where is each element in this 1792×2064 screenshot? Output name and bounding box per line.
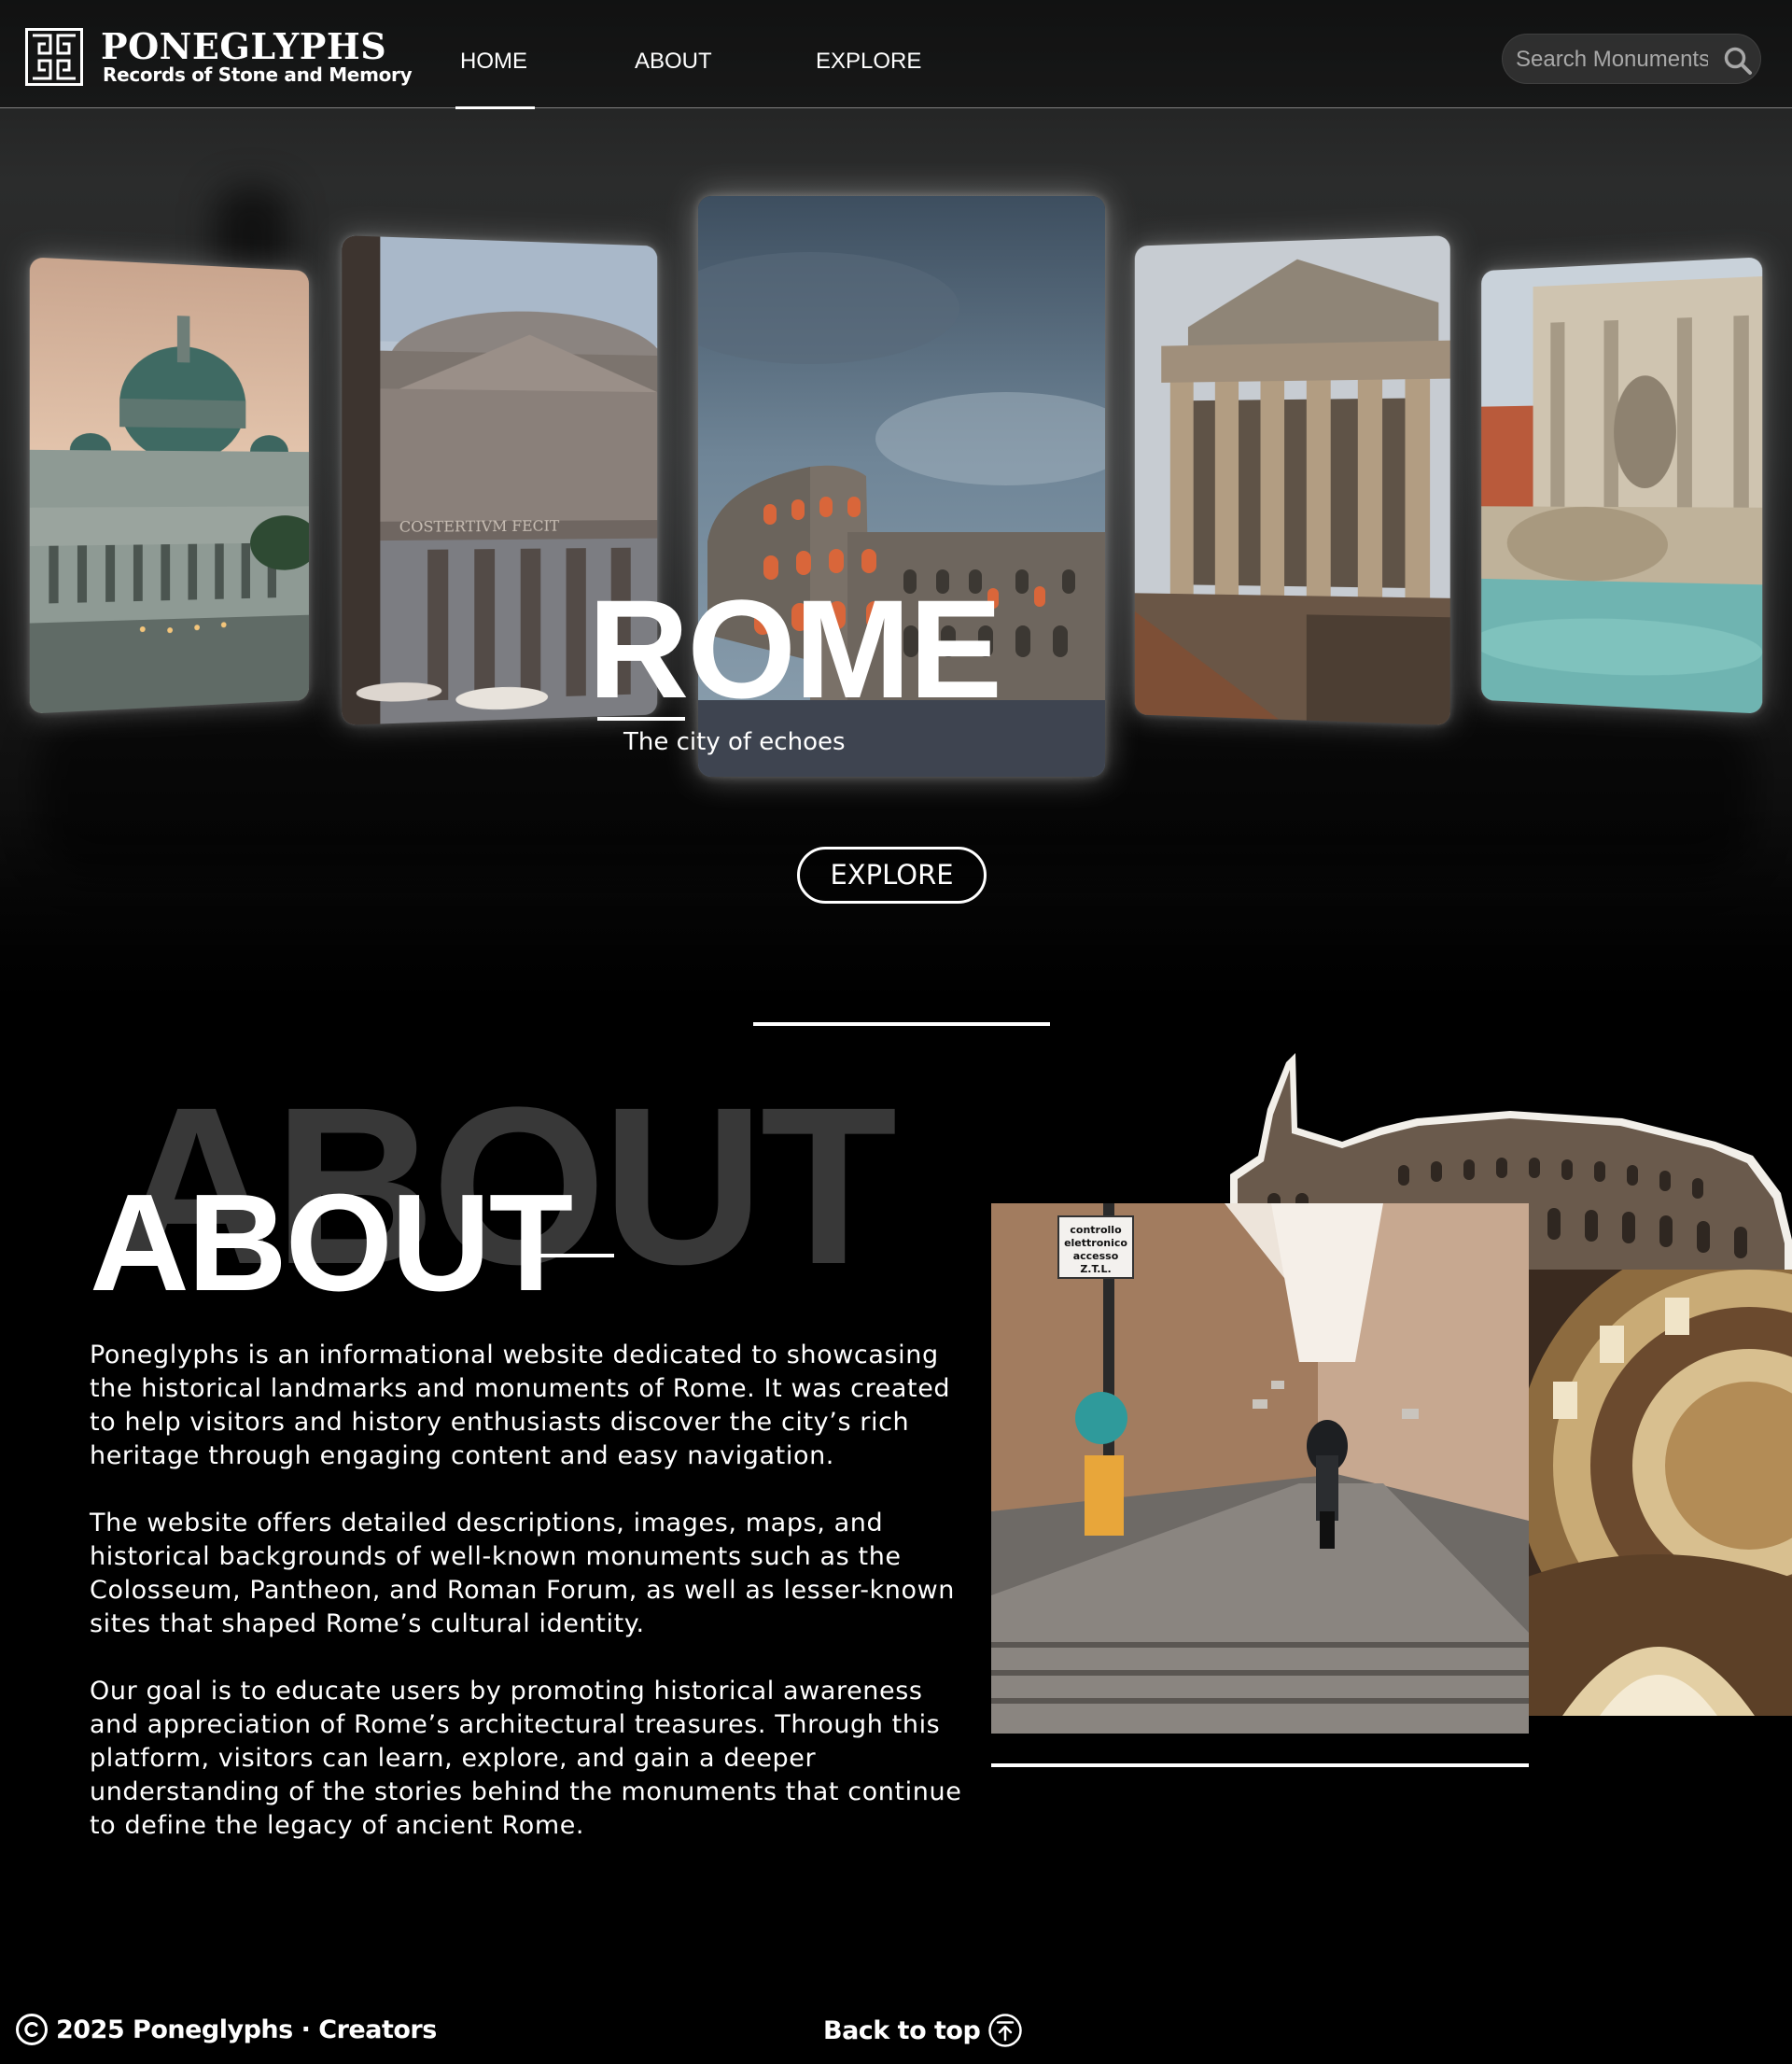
- st-peters-image: [29, 257, 309, 714]
- back-to-top-label: Back to top: [823, 2015, 981, 2045]
- footer-copyright: 2025 Poneglyphs · Creators: [15, 2013, 437, 2046]
- nav-explore[interactable]: EXPLORE: [816, 49, 921, 75]
- about-paragraph-3: Our goal is to educate users by promotin…: [90, 1677, 962, 1840]
- copyright-text: 2025 Poneglyphs · Creators: [56, 2015, 437, 2044]
- about-street-photo: controllo elettronico accesso Z.T.L.: [991, 1203, 1529, 1734]
- about-paragraph-1: Poneglyphs is an informational website d…: [90, 1341, 951, 1470]
- hero-title-underline: [597, 717, 685, 721]
- trevi-fountain-image: [1481, 257, 1763, 714]
- street-sign-line-3: accesso: [1073, 1250, 1119, 1262]
- photo-underline: [991, 1763, 1529, 1767]
- hero-bottom-fade: [0, 803, 1792, 1008]
- nav-active-indicator: [455, 106, 535, 109]
- copyright-icon: [16, 2014, 48, 2045]
- about-dome-photo: [1525, 1270, 1792, 1716]
- pantheon-inscription: COSTERTIVM FECIT: [399, 517, 560, 536]
- site-header: PONEGLYPHS Records of Stone and Memory H…: [0, 0, 1792, 109]
- arrow-up-icon[interactable]: [987, 2013, 1023, 2048]
- about-title-underline: [525, 1254, 614, 1257]
- street-sign-line-1: controllo: [1070, 1224, 1122, 1236]
- hero-card-trevi-fountain[interactable]: [1481, 257, 1763, 714]
- hero-section: COSTERTIVM FECIT ROME The city of echoes…: [0, 0, 1792, 1008]
- hero-explore-button[interactable]: EXPLORE: [797, 847, 987, 904]
- hero-card-temple[interactable]: [1134, 235, 1450, 725]
- hero-subtitle: The city of echoes: [623, 728, 846, 756]
- brand-tagline: Records of Stone and Memory: [103, 63, 413, 86]
- dome-interior-image: [1525, 1270, 1792, 1716]
- brand-name[interactable]: PONEGLYPHS: [101, 28, 386, 65]
- street-sign-line-2: elettronico: [1064, 1237, 1127, 1249]
- glyph-logo-icon[interactable]: [25, 28, 83, 86]
- nav-about[interactable]: ABOUT: [635, 49, 712, 75]
- about-title: ABOUT: [90, 1166, 573, 1320]
- street-sign-line-4: Z.T.L.: [1080, 1263, 1111, 1275]
- hero-title: ROME: [588, 570, 1002, 727]
- search-input[interactable]: [1514, 44, 1710, 76]
- section-divider: [753, 1022, 1050, 1026]
- search-bar: [1502, 34, 1761, 84]
- rome-street-image: controllo elettronico accesso Z.T.L.: [991, 1203, 1529, 1734]
- hero-card-st-peters[interactable]: [29, 257, 309, 714]
- nav-home[interactable]: HOME: [460, 49, 527, 75]
- search-icon[interactable]: [1723, 46, 1753, 76]
- back-to-top-link[interactable]: Back to top: [823, 2013, 1023, 2048]
- temple-image: [1134, 235, 1450, 725]
- about-paragraph-2: The website offers detailed descriptions…: [90, 1509, 956, 1638]
